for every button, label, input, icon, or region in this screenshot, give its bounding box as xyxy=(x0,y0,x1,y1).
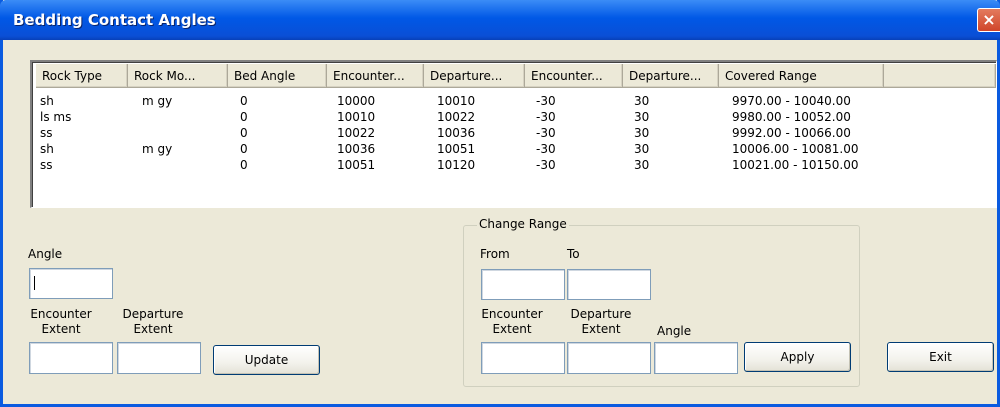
range-encounter-extent-input[interactable] xyxy=(481,342,565,374)
text-caret xyxy=(34,276,35,290)
cell-encounter: 10051 xyxy=(337,158,376,172)
table-row[interactable]: sh m gy 0 10036 10051 -30 30 10006.00 - … xyxy=(40,141,980,157)
cell-encounter-angle: -30 xyxy=(536,158,556,172)
cell-encounter-angle: -30 xyxy=(536,110,556,124)
cell-encounter: 10022 xyxy=(337,126,376,140)
column-header-empty xyxy=(884,64,996,88)
cell-bed-angle: 0 xyxy=(240,158,248,172)
title-bar[interactable]: Bedding Contact Angles × xyxy=(0,0,1000,40)
cell-encounter: 10036 xyxy=(337,142,376,156)
range-departure-extent-label: Departure Extent xyxy=(565,307,637,337)
cell-bed-angle: 0 xyxy=(240,126,248,140)
range-departure-extent-label-line-2: Extent xyxy=(581,322,621,336)
range-encounter-extent-label-line-1: Encounter xyxy=(481,307,543,321)
encounter-extent-label-line-1: Encounter xyxy=(30,307,92,321)
column-header-rock-type[interactable]: Rock Type xyxy=(36,64,128,88)
encounter-extent-input[interactable] xyxy=(29,342,113,374)
dialog-window: Bedding Contact Angles × Rock Type Rock … xyxy=(0,0,1000,407)
from-label: From xyxy=(480,247,510,261)
cell-encounter-angle: -30 xyxy=(536,94,556,108)
encounter-extent-label-line-2: Extent xyxy=(41,322,81,336)
table-row[interactable]: sh m gy 0 10000 10010 -30 30 9970.00 - 1… xyxy=(40,93,980,109)
cell-departure-angle: 30 xyxy=(634,142,650,156)
departure-extent-input[interactable] xyxy=(117,342,201,374)
cell-rock-type: ss xyxy=(40,158,53,172)
cell-covered-range: 9980.00 - 10052.00 xyxy=(732,110,851,124)
cell-departure: 10120 xyxy=(437,158,476,172)
cell-departure: 10022 xyxy=(437,110,476,124)
cell-encounter: 10000 xyxy=(337,94,376,108)
cell-rock-type: ls ms xyxy=(40,110,72,124)
cell-encounter: 10010 xyxy=(337,110,376,124)
to-input[interactable] xyxy=(567,269,651,300)
encounter-extent-label: Encounter Extent xyxy=(26,307,96,337)
column-header-covered-range[interactable]: Covered Range xyxy=(719,64,884,88)
range-angle-input[interactable] xyxy=(654,342,738,374)
cell-departure: 10051 xyxy=(437,142,476,156)
table-header: Rock Type Rock Mo... Bed Angle Encounter… xyxy=(36,64,996,88)
departure-extent-label-line-2: Extent xyxy=(133,322,173,336)
column-header-rock-modifier[interactable]: Rock Mo... xyxy=(128,64,228,88)
table-row[interactable]: ss 0 10051 10120 -30 30 10021.00 - 10150… xyxy=(40,157,980,173)
cell-rock-type: sh xyxy=(40,94,54,108)
range-angle-label: Angle xyxy=(657,324,692,338)
table-row[interactable]: ss 0 10022 10036 -30 30 9992.00 - 10066.… xyxy=(40,125,980,141)
exit-button[interactable]: Exit xyxy=(887,342,994,372)
angle-label: Angle xyxy=(28,247,63,261)
window-title: Bedding Contact Angles xyxy=(13,11,216,29)
cell-encounter-angle: -30 xyxy=(536,142,556,156)
range-departure-extent-label-line-1: Departure xyxy=(570,307,632,321)
table-row[interactable]: ls ms 0 10010 10022 -30 30 9980.00 - 100… xyxy=(40,109,980,125)
cell-bed-angle: 0 xyxy=(240,94,248,108)
departure-extent-label: Departure Extent xyxy=(117,307,189,337)
cell-covered-range: 10006.00 - 10081.00 xyxy=(732,142,859,156)
range-encounter-extent-label-line-2: Extent xyxy=(492,322,532,336)
cell-rock-modifier: m gy xyxy=(142,142,173,156)
cell-rock-modifier: m gy xyxy=(142,94,173,108)
from-input[interactable] xyxy=(481,269,565,300)
cell-departure-angle: 30 xyxy=(634,158,650,172)
update-button[interactable]: Update xyxy=(213,345,320,375)
cell-bed-angle: 0 xyxy=(240,110,248,124)
cell-encounter-angle: -30 xyxy=(536,126,556,140)
column-header-departure-2[interactable]: Departure... xyxy=(623,64,719,88)
close-button[interactable]: × xyxy=(977,8,1000,32)
cell-departure-angle: 30 xyxy=(634,110,650,124)
cell-bed-angle: 0 xyxy=(240,142,248,156)
departure-extent-label-line-1: Departure xyxy=(122,307,184,321)
range-encounter-extent-label: Encounter Extent xyxy=(477,307,547,337)
cell-rock-type: sh xyxy=(40,142,54,156)
cell-departure: 10036 xyxy=(437,126,476,140)
column-header-bed-angle[interactable]: Bed Angle xyxy=(228,64,327,88)
table-body: sh m gy 0 10000 10010 -30 30 9970.00 - 1… xyxy=(40,93,980,173)
cell-rock-type: ss xyxy=(40,126,53,140)
column-header-encounter-1[interactable]: Encounter... xyxy=(327,64,424,88)
contact-angles-table[interactable]: Rock Type Rock Mo... Bed Angle Encounter… xyxy=(30,60,997,208)
cell-covered-range: 10021.00 - 10150.00 xyxy=(732,158,859,172)
column-header-departure-1[interactable]: Departure... xyxy=(424,64,525,88)
cell-covered-range: 9992.00 - 10066.00 xyxy=(732,126,851,140)
change-range-legend: Change Range xyxy=(477,217,569,231)
cell-departure: 10010 xyxy=(437,94,476,108)
cell-covered-range: 9970.00 - 10040.00 xyxy=(732,94,851,108)
cell-departure-angle: 30 xyxy=(634,94,650,108)
column-header-encounter-2[interactable]: Encounter... xyxy=(525,64,623,88)
cell-departure-angle: 30 xyxy=(634,126,650,140)
range-departure-extent-input[interactable] xyxy=(567,342,651,374)
apply-button[interactable]: Apply xyxy=(744,342,851,372)
to-label: To xyxy=(567,247,580,261)
angle-input[interactable] xyxy=(29,268,113,299)
close-icon: × xyxy=(982,10,996,29)
